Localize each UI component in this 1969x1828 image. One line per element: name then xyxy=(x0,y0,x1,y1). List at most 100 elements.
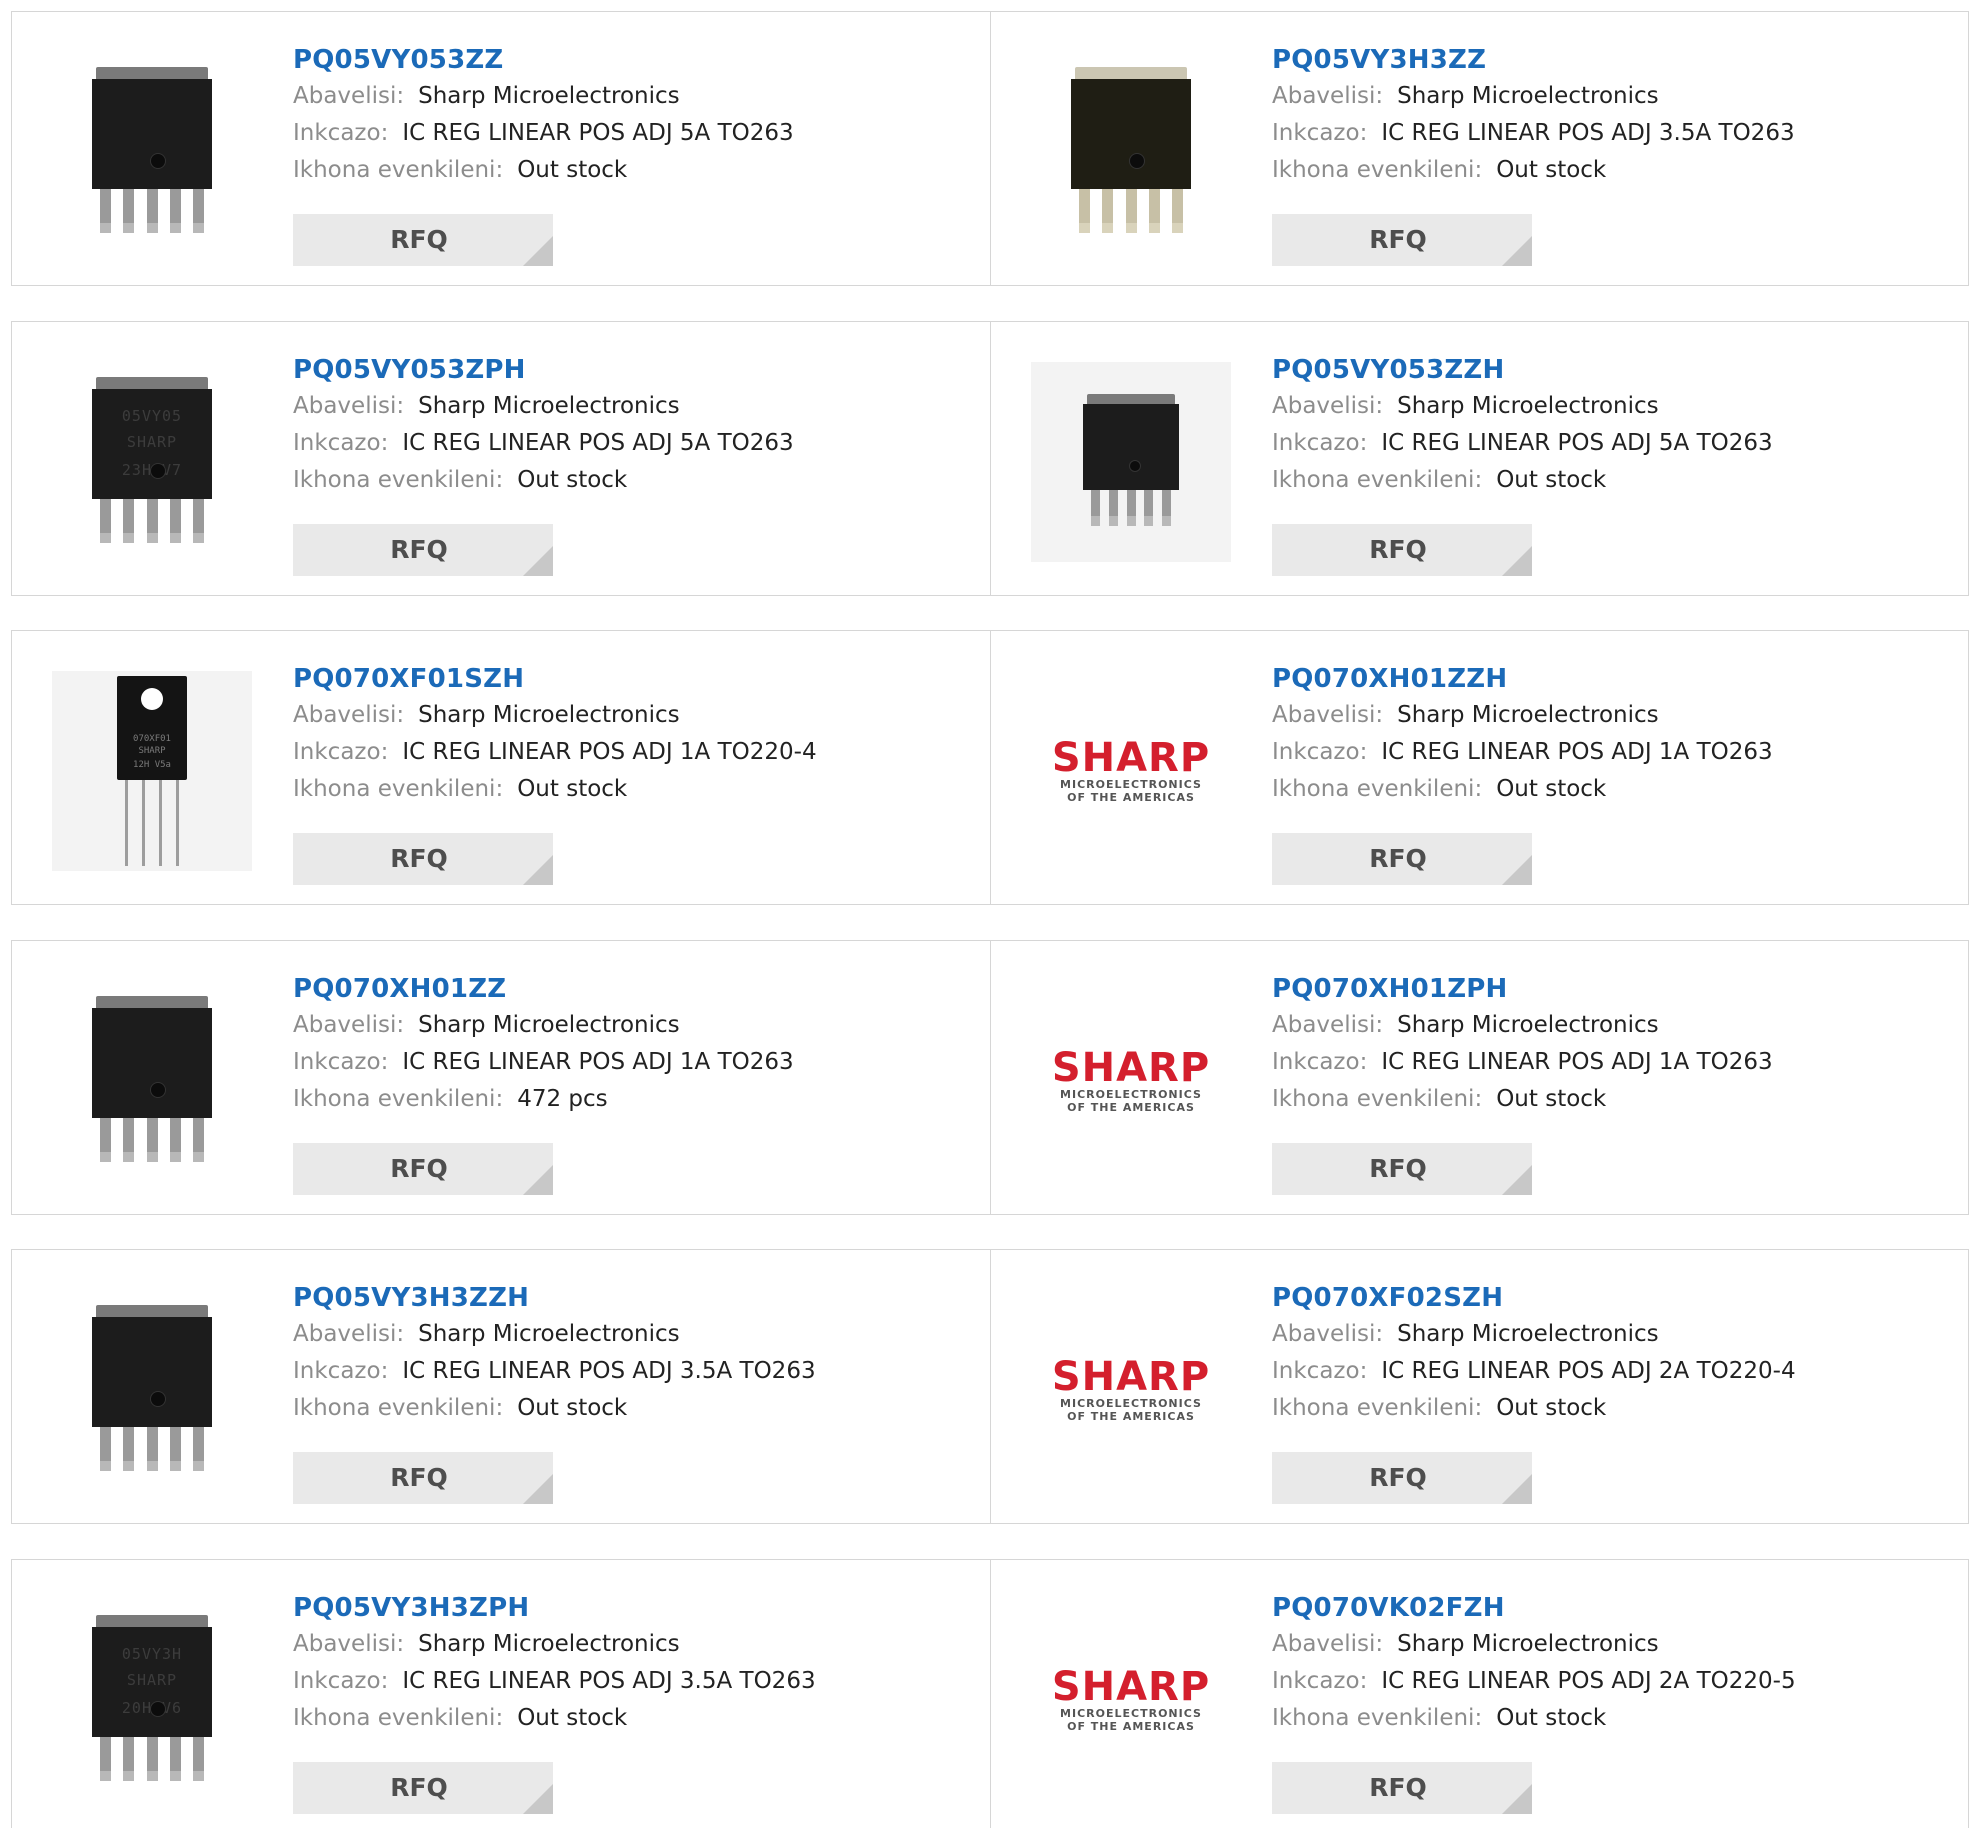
product-image[interactable] xyxy=(52,981,252,1181)
chip-marking: 05VY05 xyxy=(121,407,183,425)
rfq-button[interactable]: RFQ xyxy=(1272,1143,1532,1195)
stock-label: Ikhona evenkileni: xyxy=(1272,467,1483,493)
product-image[interactable]: SHARP MICROELECTRONICS OF THE AMERICAS xyxy=(1031,1290,1231,1490)
to263-chip xyxy=(1071,67,1191,237)
product-image[interactable]: SHARP MICROELECTRONICS OF THE AMERICAS xyxy=(1031,671,1231,871)
chip-body xyxy=(92,1317,212,1427)
part-number-link[interactable]: PQ070XH01ZZ xyxy=(293,971,973,1007)
description-label: Inkcazo: xyxy=(1272,1049,1368,1075)
stock-label: Ikhona evenkileni: xyxy=(293,1395,504,1421)
part-number-link[interactable]: PQ05VY053ZPH xyxy=(293,352,973,388)
part-number-link[interactable]: PQ05VY3H3ZPH xyxy=(293,1590,973,1626)
product-image[interactable]: 05VY3H SHARP 20H V6 xyxy=(52,1600,252,1800)
manufacturer-value: Sharp Microelectronics xyxy=(1397,1631,1659,1657)
rfq-button-label: RFQ xyxy=(1369,1154,1427,1183)
to263-chip xyxy=(92,1305,212,1475)
description-value: IC REG LINEAR POS ADJ 1A TO263 xyxy=(1381,739,1773,765)
sharp-logo-word: SHARP xyxy=(1051,1045,1211,1091)
product-info: PQ070XF01SZH Abavelisi: Sharp Microelectro… xyxy=(293,661,973,808)
manufacturer-label: Abavelisi: xyxy=(293,83,405,109)
rfq-button[interactable]: RFQ xyxy=(1272,524,1532,576)
chip-body xyxy=(1071,79,1191,189)
rfq-button[interactable]: RFQ xyxy=(293,833,553,885)
rfq-button[interactable]: RFQ xyxy=(1272,833,1532,885)
part-number-link[interactable]: PQ05VY3H3ZZ xyxy=(1272,42,1952,78)
manufacturer-value: Sharp Microelectronics xyxy=(418,1631,680,1657)
rfq-button[interactable]: RFQ xyxy=(1272,1452,1532,1504)
stock-label: Ikhona evenkileni: xyxy=(293,157,504,183)
product-card: SHARP MICROELECTRONICS OF THE AMERICAS PQ07… xyxy=(991,1560,1969,1828)
rfq-button[interactable]: RFQ xyxy=(293,1452,553,1504)
product-card: 05VY3H SHARP 20H V6 PQ05VY3H3ZPH Abavelisi: S… xyxy=(12,1560,990,1828)
rfq-button[interactable]: RFQ xyxy=(1272,1762,1532,1814)
description-label: Inkcazo: xyxy=(293,1358,389,1384)
description-line: Inkcazo: IC REG LINEAR POS ADJ 5A TO263 xyxy=(293,425,973,462)
chip-photo: 070XF01 SHARP 12H V5a xyxy=(52,671,252,871)
rfq-button[interactable]: RFQ xyxy=(293,1762,553,1814)
product-image[interactable] xyxy=(52,1290,252,1490)
product-image[interactable]: 05VY05 SHARP 23H V7 xyxy=(52,362,252,562)
chip-dot xyxy=(1129,460,1141,472)
rfq-button-label: RFQ xyxy=(1369,844,1427,873)
rfq-button[interactable]: RFQ xyxy=(1272,214,1532,266)
manufacturer-label: Abavelisi: xyxy=(1272,1631,1384,1657)
product-image[interactable]: 070XF01 SHARP 12H V5a xyxy=(52,671,252,871)
sharp-logo-line1: MICROELECTRONICS xyxy=(1060,778,1202,791)
stock-label: Ikhona evenkileni: xyxy=(1272,157,1483,183)
part-number-link[interactable]: PQ070XF01SZH xyxy=(293,661,973,697)
rfq-button-label: RFQ xyxy=(1369,1463,1427,1492)
part-number-link[interactable]: PQ070XH01ZZH xyxy=(1272,661,1952,697)
stock-label: Ikhona evenkileni: xyxy=(293,1086,504,1112)
stock-label: Ikhona evenkileni: xyxy=(293,1705,504,1731)
part-number-link[interactable]: PQ070XF02SZH xyxy=(1272,1280,1952,1316)
stock-value: Out stock xyxy=(517,1395,628,1421)
manufacturer-value: Sharp Microelectronics xyxy=(1397,702,1659,728)
rfq-button[interactable]: RFQ xyxy=(293,214,553,266)
to263-chip xyxy=(1083,394,1179,530)
manufacturer-label: Abavelisi: xyxy=(293,1631,405,1657)
description-line: Inkcazo: IC REG LINEAR POS ADJ 1A TO263 xyxy=(1272,734,1952,771)
manufacturer-line: Abavelisi: Sharp Microelectronics xyxy=(293,697,973,734)
description-value: IC REG LINEAR POS ADJ 1A TO220-4 xyxy=(402,739,817,765)
sharp-logo-line2: OF THE AMERICAS xyxy=(1067,791,1195,804)
product-image[interactable] xyxy=(1031,52,1231,252)
rfq-button[interactable]: RFQ xyxy=(293,1143,553,1195)
stock-line: Ikhona evenkileni: Out stock xyxy=(293,1700,973,1737)
rfq-button[interactable]: RFQ xyxy=(293,524,553,576)
product-card: PQ05VY053ZZH Abavelisi: Sharp Microelectro… xyxy=(991,322,1969,595)
chip-dot xyxy=(1129,153,1145,169)
part-number-link[interactable]: PQ05VY053ZZH xyxy=(1272,352,1952,388)
product-info: PQ070XH01ZPH Abavelisi: Sharp Microelectro… xyxy=(1272,971,1952,1118)
product-info: PQ070XH01ZZH Abavelisi: Sharp Microelectro… xyxy=(1272,661,1952,808)
sharp-logo-word: SHARP xyxy=(1051,735,1211,781)
part-number-link[interactable]: PQ070VK02FZH xyxy=(1272,1590,1952,1626)
description-line: Inkcazo: IC REG LINEAR POS ADJ 3.5A TO263 xyxy=(293,1663,973,1700)
stock-value: Out stock xyxy=(1496,1086,1607,1112)
part-number-link[interactable]: PQ070XH01ZPH xyxy=(1272,971,1952,1007)
manufacturer-label: Abavelisi: xyxy=(293,702,405,728)
manufacturer-value: Sharp Microelectronics xyxy=(1397,1321,1659,1347)
manufacturer-line: Abavelisi: Sharp Microelectronics xyxy=(1272,697,1952,734)
manufacturer-line: Abavelisi: Sharp Microelectronics xyxy=(1272,1007,1952,1044)
description-value: IC REG LINEAR POS ADJ 2A TO220-4 xyxy=(1381,1358,1796,1384)
product-image[interactable]: SHARP MICROELECTRONICS OF THE AMERICAS xyxy=(1031,1600,1231,1800)
description-line: Inkcazo: IC REG LINEAR POS ADJ 2A TO220-5 xyxy=(1272,1663,1952,1700)
description-label: Inkcazo: xyxy=(1272,120,1368,146)
to263-chip xyxy=(92,67,212,237)
description-value: IC REG LINEAR POS ADJ 3.5A TO263 xyxy=(402,1358,816,1384)
part-number-link[interactable]: PQ05VY3H3ZZH xyxy=(293,1280,973,1316)
product-info: PQ070XH01ZZ Abavelisi: Sharp Microelectron… xyxy=(293,971,973,1118)
product-image[interactable]: SHARP MICROELECTRONICS OF THE AMERICAS xyxy=(1031,981,1231,1181)
product-card: PQ05VY053ZZ Abavelisi: Sharp Microelectron… xyxy=(12,12,990,285)
product-image[interactable] xyxy=(1031,362,1231,562)
chip-leads xyxy=(100,1118,204,1162)
chip-marking: 12H V5a xyxy=(133,760,171,770)
description-line: Inkcazo: IC REG LINEAR POS ADJ 5A TO263 xyxy=(1272,425,1952,462)
chip-leads xyxy=(125,780,179,866)
part-number-link[interactable]: PQ05VY053ZZ xyxy=(293,42,973,78)
manufacturer-value: Sharp Microelectronics xyxy=(1397,1012,1659,1038)
product-image[interactable] xyxy=(52,52,252,252)
product-card: SHARP MICROELECTRONICS OF THE AMERICAS PQ07… xyxy=(991,941,1969,1214)
chip-leads xyxy=(100,499,204,543)
manufacturer-value: Sharp Microelectronics xyxy=(1397,83,1659,109)
